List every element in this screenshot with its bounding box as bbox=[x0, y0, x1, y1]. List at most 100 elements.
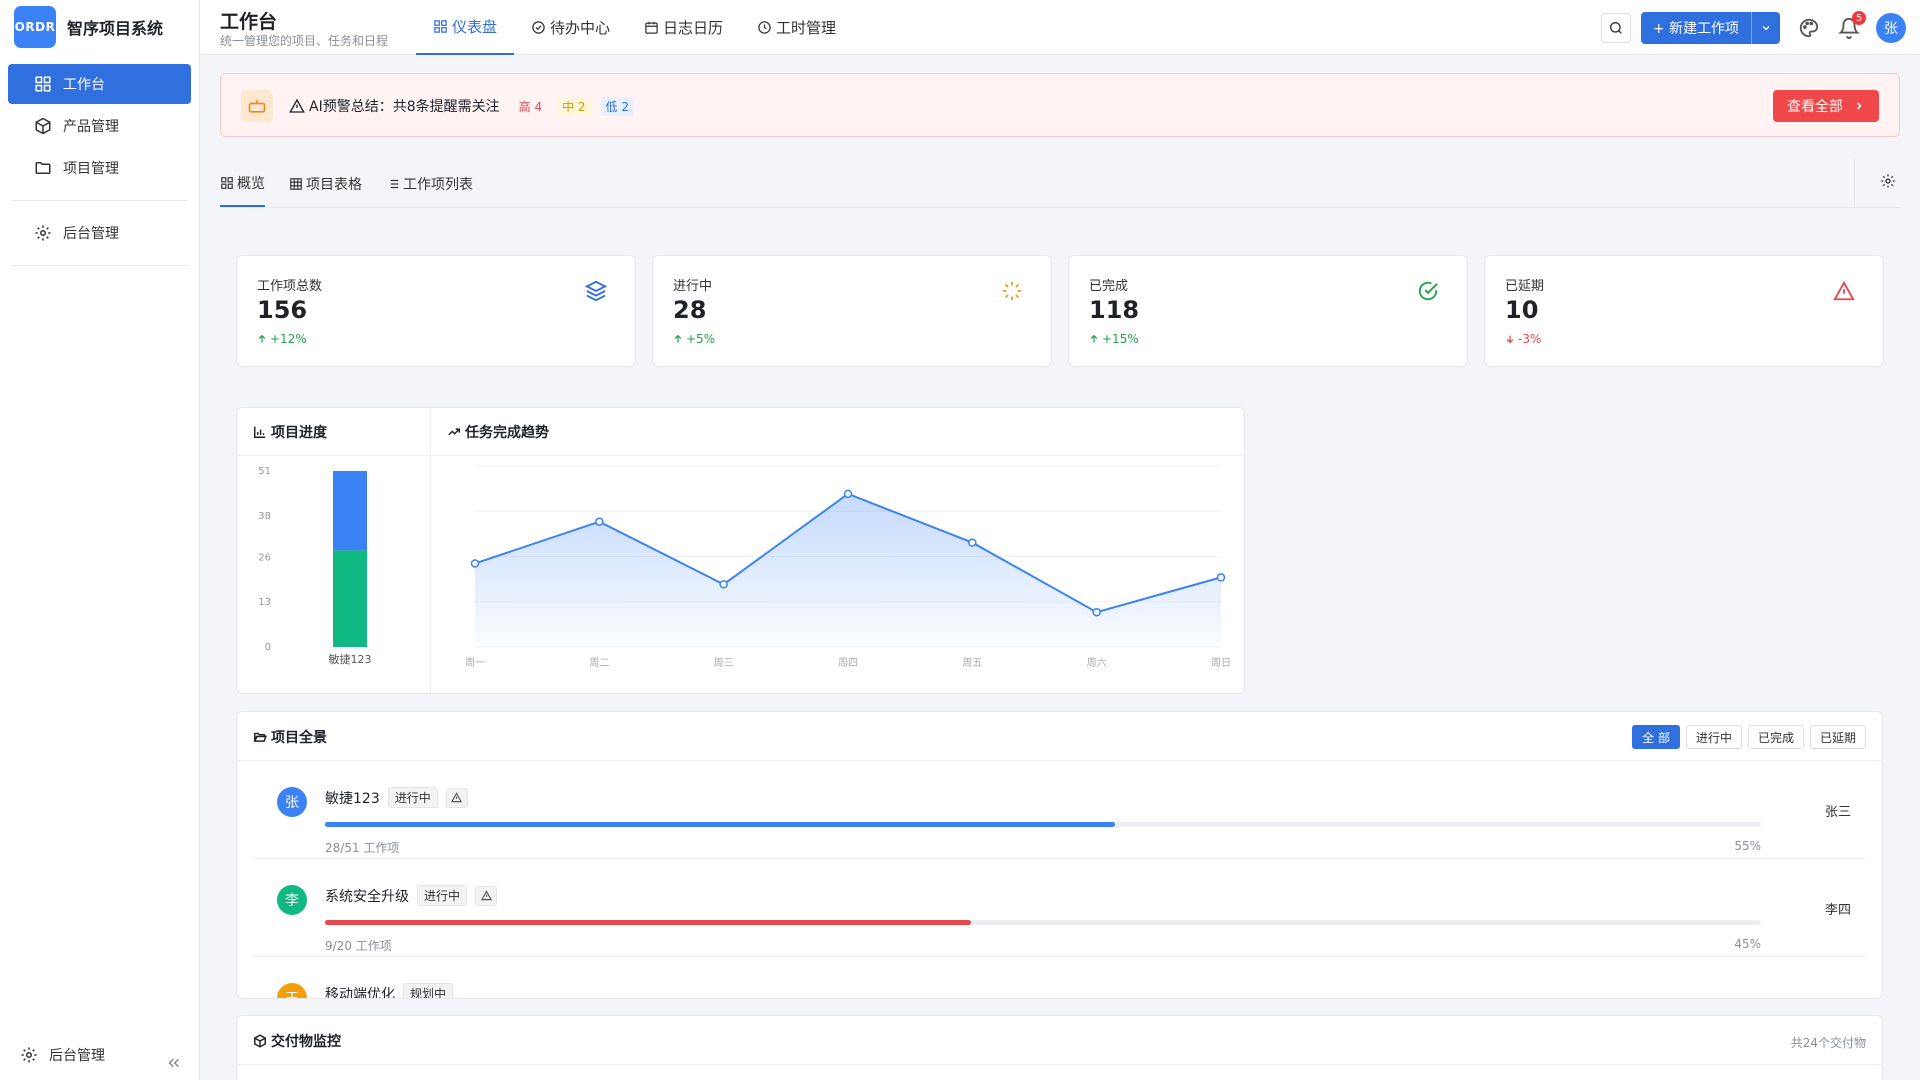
data-point bbox=[719, 580, 728, 589]
new-work-item-button[interactable]: + 新建工作项 bbox=[1640, 12, 1780, 44]
tab-label: 项目表格 bbox=[306, 177, 362, 193]
alert-text: AI预警总结：共8条提醒需关注 bbox=[309, 99, 500, 115]
grid-icon bbox=[35, 76, 51, 92]
tab-overview[interactable]: 概览 bbox=[220, 161, 265, 207]
nav-divider bbox=[12, 200, 187, 201]
stat-card-total[interactable]: 工作项总数 156 +12% bbox=[236, 255, 636, 367]
filter-overdue[interactable]: 已延期 bbox=[1809, 725, 1866, 749]
project-name[interactable]: 移动端优化 bbox=[325, 984, 395, 999]
alert-triangle-icon bbox=[451, 792, 463, 803]
stat-card-completed[interactable]: 已完成 118 +15% bbox=[1068, 255, 1468, 367]
sidebar-item-projects[interactable]: 项目管理 bbox=[8, 148, 191, 188]
deliverables-title: 交付物监控 bbox=[253, 1031, 341, 1051]
x-tick-label: 周三 bbox=[714, 657, 734, 669]
tab-label: 工时管理 bbox=[776, 19, 837, 37]
y-tick-label: 13 bbox=[258, 597, 271, 608]
arrow-down-icon bbox=[1506, 335, 1514, 344]
project-name[interactable]: 敏捷123 bbox=[325, 788, 380, 808]
check-circle-icon bbox=[532, 21, 545, 34]
user-avatar[interactable]: 张 bbox=[1876, 13, 1906, 43]
sidebar-item-label: 项目管理 bbox=[63, 161, 119, 177]
progress-percent: 45% bbox=[1734, 937, 1761, 951]
line-chart-svg: 周一 周二 周三 周四 周五 周六 周日 bbox=[465, 465, 1231, 669]
bar-segment bbox=[333, 471, 367, 551]
stat-change-value: -3% bbox=[1518, 332, 1542, 346]
gear-icon bbox=[35, 225, 51, 241]
data-point bbox=[1092, 607, 1101, 617]
brand: ORDR 智序项目系统 bbox=[0, 0, 199, 54]
tab-dashboard[interactable]: 仪表盘 bbox=[416, 0, 515, 55]
filter-all[interactable]: 全 部 bbox=[1632, 725, 1680, 749]
sidebar-nav: 工作台 产品管理 项目管理 后台管理 bbox=[0, 54, 199, 266]
view-settings-button[interactable] bbox=[1854, 157, 1920, 205]
progress-percent: 55% bbox=[1734, 839, 1761, 853]
sidebar-item-admin[interactable]: 后台管理 bbox=[8, 213, 191, 253]
area-fill bbox=[475, 493, 1221, 647]
brand-logo[interactable]: ORDR bbox=[14, 6, 56, 48]
grid-icon bbox=[221, 177, 233, 189]
x-tick-label: 周五 bbox=[962, 657, 982, 669]
warning-badge bbox=[445, 787, 468, 808]
y-tick-label: 38 bbox=[258, 511, 271, 522]
status-badge: 进行中 bbox=[387, 787, 438, 808]
view-all-button[interactable]: 查看全部 bbox=[1773, 90, 1879, 122]
progress-fill bbox=[325, 920, 972, 925]
search-button[interactable] bbox=[1600, 13, 1631, 43]
tab-timesheet[interactable]: 工时管理 bbox=[740, 0, 853, 55]
stat-change: +15% bbox=[1089, 332, 1139, 346]
deliverables-monitor: 交付物监控 共24个交付物 bbox=[236, 1015, 1883, 1080]
top-actions: + 新建工作项 5 张 bbox=[1600, 11, 1906, 44]
deliverables-title-text: 交付物监控 bbox=[271, 1034, 341, 1050]
clock-icon bbox=[758, 21, 771, 34]
sidebar-item-products[interactable]: 产品管理 bbox=[8, 106, 191, 146]
stat-card-overdue[interactable]: 已延期 10 -3% bbox=[1484, 255, 1884, 367]
stat-change-value: +5% bbox=[686, 332, 716, 346]
bar-chart-svg: 0 13 26 38 51 敏捷123 bbox=[258, 466, 371, 666]
brand-name: 智序项目系统 bbox=[67, 19, 164, 38]
new-work-item-label[interactable]: + 新建工作项 bbox=[1641, 12, 1752, 44]
collapse-sidebar-icon[interactable] bbox=[165, 1054, 183, 1072]
stat-card-in-progress[interactable]: 进行中 28 +5% bbox=[652, 255, 1052, 367]
project-row[interactable]: 张 敏捷123 进行中 28/51 工作项 55% 张三 bbox=[253, 761, 1866, 859]
tab-work-item-list[interactable]: 工作项列表 bbox=[386, 161, 473, 207]
header-tabs: 仪表盘 待办中心 日志日历 工时管理 bbox=[416, 0, 853, 55]
notification-badge: 5 bbox=[1852, 11, 1866, 25]
stat-value: 10 bbox=[1505, 296, 1539, 324]
chevron-right-icon bbox=[1856, 102, 1862, 110]
tab-todo[interactable]: 待办中心 bbox=[514, 0, 627, 55]
robot-icon bbox=[248, 100, 266, 113]
project-row[interactable]: 李 系统安全升级 进行中 9/20 工作项 45% 李四 bbox=[253, 859, 1866, 957]
view-tabs: 概览 项目表格 工作项列表 bbox=[220, 161, 497, 207]
chevron-down-icon bbox=[1762, 26, 1770, 31]
filter-in-progress[interactable]: 进行中 bbox=[1685, 725, 1742, 749]
alert-triangle-icon bbox=[480, 890, 492, 901]
progress-fill bbox=[325, 822, 1115, 827]
nav-divider bbox=[12, 265, 187, 266]
tab-project-table[interactable]: 项目表格 bbox=[289, 161, 362, 207]
project-progress-chart: 0 13 26 38 51 敏捷123 bbox=[237, 456, 431, 693]
new-work-item-dropdown[interactable] bbox=[1752, 12, 1780, 44]
filter-completed[interactable]: 已完成 bbox=[1747, 725, 1804, 749]
sidebar-item-workbench[interactable]: 工作台 bbox=[8, 64, 191, 104]
overview-header: 项目全景 全 部 进行中 已完成 已延期 bbox=[237, 712, 1882, 761]
stat-value: 28 bbox=[673, 296, 707, 324]
x-tick-label: 周一 bbox=[465, 657, 485, 669]
project-row[interactable]: 王 移动端优化 规划中 bbox=[253, 957, 1866, 999]
status-badge: 进行中 bbox=[417, 885, 468, 906]
notifications-button[interactable]: 5 bbox=[1838, 11, 1866, 39]
top-bar: 工作台 统一管理您的项目、任务和日程 仪表盘 待办中心 日志日历 工时管理 + … bbox=[200, 0, 1920, 55]
loader-icon bbox=[1002, 281, 1022, 301]
page-subtitle: 统一管理您的项目、任务和日程 bbox=[220, 34, 389, 48]
theme-button[interactable] bbox=[1798, 17, 1820, 39]
charts-panel: 项目进度 任务完成趋势 0 13 26 38 51 敏捷123 周一 周二 周三 周四 周五 周六周… bbox=[236, 407, 1245, 694]
arrow-up-icon bbox=[674, 334, 682, 343]
project-name[interactable]: 系统安全升级 bbox=[325, 886, 409, 906]
project-overview: 项目全景 全 部 进行中 已完成 已延期 张 敏捷123 进行中 28/51 工… bbox=[236, 711, 1883, 999]
robot-icon-box bbox=[241, 90, 273, 122]
project-progress-header: 项目进度 bbox=[237, 408, 431, 456]
stat-value: 156 bbox=[257, 296, 308, 324]
search-icon bbox=[1609, 22, 1622, 34]
tab-calendar[interactable]: 日志日历 bbox=[627, 0, 740, 55]
deliverables-divider bbox=[237, 1064, 1882, 1065]
data-point bbox=[843, 489, 853, 499]
